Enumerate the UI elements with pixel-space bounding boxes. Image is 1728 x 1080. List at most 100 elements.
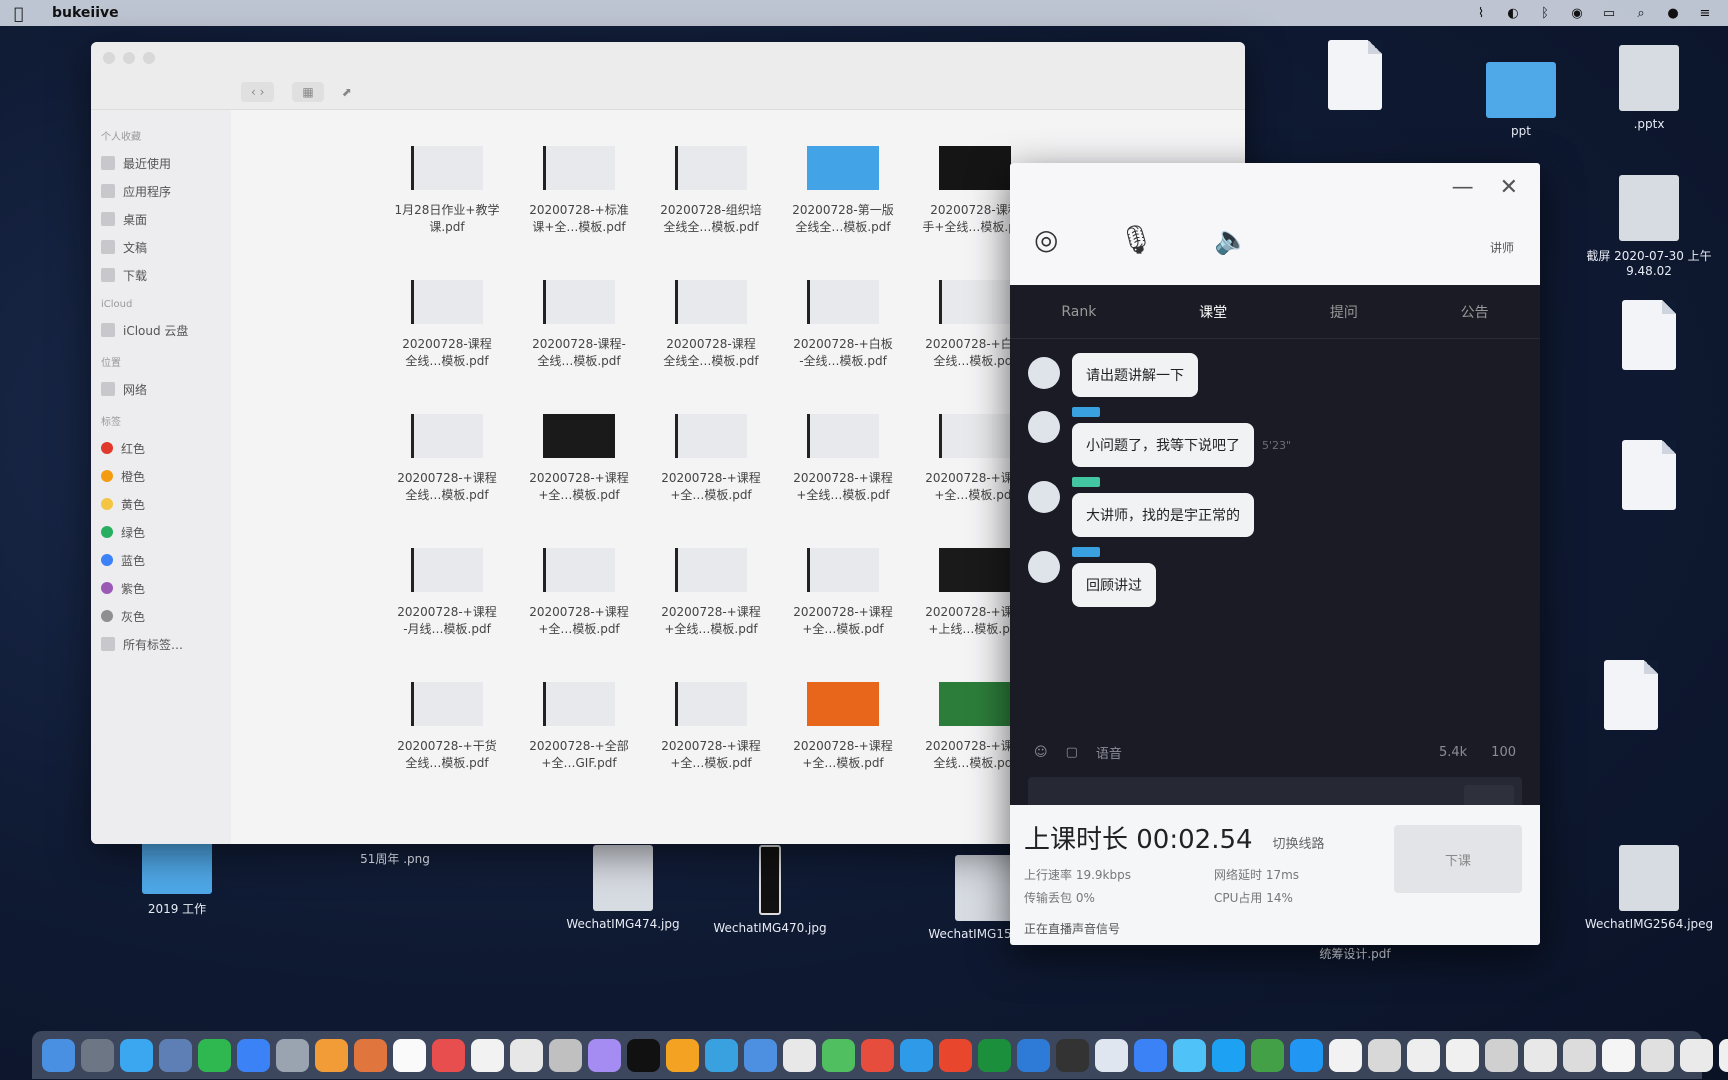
minimize-icon[interactable]: — — [1452, 175, 1474, 200]
desktop-item-image[interactable]: 截屏 2020-07-30 上午9.48.02 — [1574, 175, 1724, 278]
file-item[interactable]: 20200728-+课程 +全…模板.pdf — [777, 540, 909, 674]
app-name[interactable]: bukeiive — [52, 5, 119, 21]
dock-app-icon[interactable] — [588, 1038, 621, 1072]
desktop-item-doc[interactable] — [1574, 300, 1724, 376]
dock-app-icon[interactable] — [1485, 1038, 1518, 1072]
desktop-item-doc[interactable] — [1556, 660, 1706, 736]
comments-count[interactable]: 100 — [1491, 745, 1516, 760]
desktop-item-image[interactable]: WechatIMG470.jpg — [695, 845, 845, 935]
dock-app-icon[interactable] — [1017, 1038, 1050, 1072]
dock-app-icon[interactable] — [627, 1038, 660, 1072]
dock-app-icon[interactable] — [159, 1038, 192, 1072]
avatar[interactable] — [1028, 481, 1060, 513]
file-item[interactable]: 20200728-+课程 +全…模板.pdf — [645, 406, 777, 540]
file-item[interactable]: 20200728-+课程 +全…模板.pdf — [777, 674, 909, 808]
file-item[interactable]: 20200728-+课程 +全…模板.pdf — [513, 540, 645, 674]
file-item[interactable]: 20200728-+课程 全线…模板.pdf — [381, 406, 513, 540]
file-item[interactable]: 20200728-+全部 +全…GIF.pdf — [513, 674, 645, 808]
apple-menu-icon[interactable]:  — [14, 4, 30, 23]
dock-app-icon[interactable] — [1563, 1038, 1596, 1072]
voice-label[interactable]: 语音 — [1096, 743, 1122, 762]
dock-app-icon[interactable] — [1134, 1038, 1167, 1072]
dock-app-icon[interactable] — [1290, 1038, 1323, 1072]
dock-app-icon[interactable] — [1173, 1038, 1206, 1072]
dock-app-icon[interactable] — [432, 1038, 465, 1072]
file-item[interactable]: 20200728-+课程 +全线…模板.pdf — [645, 540, 777, 674]
search-icon[interactable]: ⌕ — [1632, 6, 1650, 21]
file-item[interactable]: 20200728-+白板 -全线…模板.pdf — [777, 272, 909, 406]
minimize-button[interactable] — [123, 52, 135, 64]
dock-app-icon[interactable] — [1680, 1038, 1713, 1072]
camera-icon[interactable]: ◎ — [1034, 223, 1058, 256]
bluetooth-icon[interactable]: ᛒ — [1536, 6, 1554, 21]
dock-app-icon[interactable] — [783, 1038, 816, 1072]
sidebar-tag[interactable]: 蓝色 — [101, 546, 221, 574]
file-item[interactable]: 20200728-+干货 全线…模板.pdf — [381, 674, 513, 808]
desktop-item-doc[interactable] — [1280, 40, 1430, 116]
dock-app-icon[interactable] — [1641, 1038, 1674, 1072]
dock-app-icon[interactable] — [744, 1038, 777, 1072]
file-item[interactable]: 20200728-组织培 全线全…模板.pdf — [645, 138, 777, 272]
tab-rank[interactable]: Rank — [1061, 304, 1096, 320]
sidebar-tag[interactable]: 紫色 — [101, 574, 221, 602]
sidebar-item[interactable]: iCloud 云盘 — [101, 316, 221, 344]
tab-questions[interactable]: 提问 — [1330, 302, 1358, 322]
close-icon[interactable]: ✕ — [1500, 175, 1518, 200]
desktop-item-doc[interactable]: .pptx — [1574, 45, 1724, 131]
likes-count[interactable]: 5.4k — [1439, 745, 1467, 760]
view-mode-button[interactable]: ▦ — [292, 81, 324, 102]
sidebar-tag[interactable]: 红色 — [101, 434, 221, 462]
desktop-item-image[interactable]: WechatIMG474.jpg — [548, 845, 698, 931]
dock-app-icon[interactable] — [198, 1038, 231, 1072]
avatar[interactable] — [1028, 551, 1060, 583]
dock-app-icon[interactable] — [1329, 1038, 1362, 1072]
dock-app-icon[interactable] — [705, 1038, 738, 1072]
sidebar-item[interactable]: 应用程序 — [101, 177, 221, 205]
back-forward-button[interactable]: ‹ › — [241, 81, 275, 102]
dock-app-icon[interactable] — [81, 1038, 114, 1072]
desktop-item-doc[interactable] — [1574, 440, 1724, 516]
sidebar-item[interactable]: 下载 — [101, 261, 221, 289]
dock-app-icon[interactable] — [1602, 1038, 1635, 1072]
dock-app-icon[interactable] — [861, 1038, 894, 1072]
file-item[interactable]: 20200728-+标准 课+全…模板.pdf — [513, 138, 645, 272]
wifi-icon[interactable]: ⌇ — [1472, 6, 1490, 21]
dock-app-icon[interactable] — [237, 1038, 270, 1072]
file-item[interactable]: 20200728-课程 全线全…模板.pdf — [645, 272, 777, 406]
dock-app-icon[interactable] — [939, 1038, 972, 1072]
dock-app-icon[interactable] — [510, 1038, 543, 1072]
dock-app-icon[interactable] — [471, 1038, 504, 1072]
sidebar-tag[interactable]: 黄色 — [101, 490, 221, 518]
menu-icon[interactable]: ≡ — [1696, 6, 1714, 21]
avatar[interactable] — [1028, 411, 1060, 443]
siri-icon[interactable]: ● — [1664, 6, 1682, 21]
desktop-item-doc[interactable]: 统筹设计.pdf — [1280, 945, 1430, 962]
microphone-icon[interactable]: 🎙 — [1118, 223, 1154, 256]
file-item[interactable]: 20200728-课程 全线…模板.pdf — [381, 272, 513, 406]
emoji-icon[interactable]: ☺ — [1034, 745, 1048, 760]
battery-icon[interactable]: ▭ — [1600, 6, 1618, 21]
sidebar-item[interactable]: 桌面 — [101, 205, 221, 233]
end-class-button[interactable]: 下课 — [1394, 825, 1522, 893]
sidebar-item[interactable]: 文稿 — [101, 233, 221, 261]
dock-app-icon[interactable] — [1446, 1038, 1479, 1072]
dock-app-icon[interactable] — [1719, 1038, 1728, 1072]
dock-app-icon[interactable] — [549, 1038, 582, 1072]
tab-announcements[interactable]: 公告 — [1461, 302, 1489, 322]
dock-app-icon[interactable] — [393, 1038, 426, 1072]
sidebar-tag[interactable]: 所有标签… — [101, 630, 221, 658]
dock-app-icon[interactable] — [315, 1038, 348, 1072]
file-item[interactable]: 20200728-课程- 全线…模板.pdf — [513, 272, 645, 406]
sidebar-item[interactable]: 最近使用 — [101, 149, 221, 177]
tab-classroom[interactable]: 课堂 — [1199, 302, 1227, 322]
dock-app-icon[interactable] — [978, 1038, 1011, 1072]
sidebar-tag[interactable]: 橙色 — [101, 462, 221, 490]
image-icon[interactable]: ▢ — [1066, 745, 1078, 760]
desktop-item-folder[interactable]: ppt — [1446, 62, 1596, 138]
file-item[interactable]: 1月28日作业+教学 课.pdf — [381, 138, 513, 272]
dock-app-icon[interactable] — [1368, 1038, 1401, 1072]
share-icon[interactable]: ⬈ — [342, 85, 352, 99]
file-item[interactable]: 20200728-+课程 +全…模板.pdf — [645, 674, 777, 808]
desktop-item-image[interactable]: 51周年 .png — [320, 850, 470, 867]
dock-app-icon[interactable] — [1056, 1038, 1089, 1072]
